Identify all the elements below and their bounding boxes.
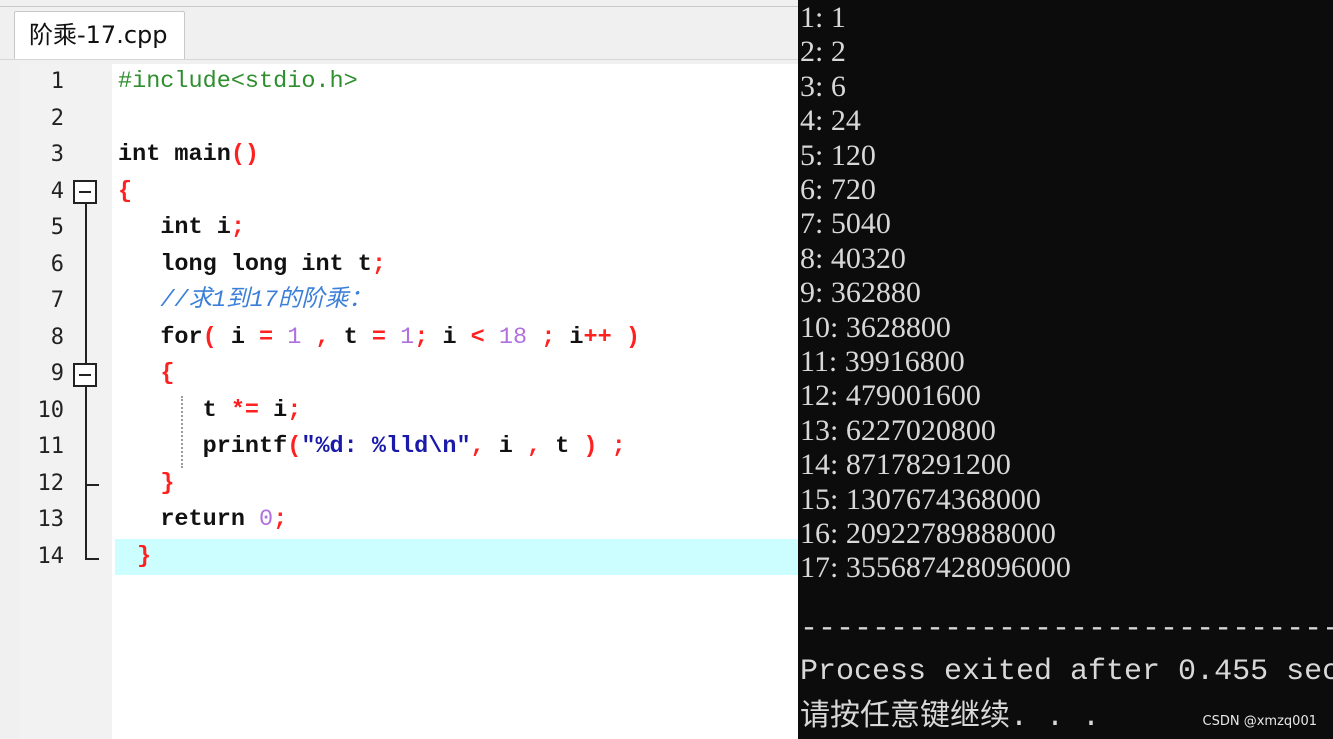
code-line-1[interactable]: 1 #include<stdio.h> bbox=[20, 64, 798, 101]
line-number: 9 bbox=[50, 361, 64, 386]
line-content: t *= i; bbox=[118, 396, 302, 424]
line-content: long long int t; bbox=[160, 250, 386, 278]
code-line-5[interactable]: 5 int i; bbox=[20, 210, 798, 247]
code-line-11[interactable]: 11 printf("%d: %lld\n", i , t ) ; bbox=[20, 429, 798, 466]
console-output-line: 5: 120 bbox=[800, 138, 876, 172]
console-output-line: 4: 24 bbox=[800, 104, 861, 138]
line-content: } bbox=[160, 469, 175, 497]
code-line-4[interactable]: 4 { bbox=[20, 174, 798, 211]
console-output-line: 16: 20922789888000 bbox=[800, 517, 1056, 550]
line-number: 10 bbox=[37, 397, 65, 423]
fold-collapse-icon[interactable] bbox=[73, 363, 97, 387]
code-line-12[interactable]: 12 } bbox=[20, 466, 798, 503]
line-number: 13 bbox=[37, 507, 65, 532]
code-editor-pane: 阶乘-17.cpp 1 #include<stdio.h> 2 3 int ma… bbox=[0, 0, 798, 739]
console-output-line: 11: 39916800 bbox=[800, 345, 965, 378]
line-number: 3 bbox=[50, 142, 64, 167]
console-output-line: 13: 6227020800 bbox=[800, 413, 996, 447]
console-separator: -------------------------------- bbox=[800, 612, 1333, 646]
code-line-7[interactable]: 7 //求1到17的阶乘： bbox=[20, 283, 798, 320]
line-content: int i; bbox=[160, 214, 245, 241]
console-output-line: 1: 1 bbox=[800, 1, 846, 34]
line-content: { bbox=[118, 177, 133, 205]
code-line-9[interactable]: 9 { bbox=[20, 356, 798, 393]
console-output-line: 12: 479001600 bbox=[800, 379, 981, 413]
console-output-line: 7: 5040 bbox=[800, 207, 891, 241]
code-lines[interactable]: 1 #include<stdio.h> 2 3 int main() 4 { 5… bbox=[20, 64, 798, 575]
console-output-line: 8: 40320 bbox=[800, 241, 906, 275]
fold-end-tick bbox=[85, 558, 99, 560]
line-content: for( i = 1 , t = 1; i < 18 ; i++ ) bbox=[160, 323, 640, 351]
code-line-13[interactable]: 13 return 0; bbox=[20, 502, 798, 539]
code-line-3[interactable]: 3 int main() bbox=[20, 137, 798, 174]
line-content: #include<stdio.h> bbox=[118, 68, 358, 95]
line-number: 5 bbox=[50, 215, 64, 240]
code-line-2[interactable]: 2 bbox=[20, 101, 798, 138]
line-content: printf("%d: %lld\n", i , t ) ; bbox=[118, 433, 626, 460]
fold-end-tick bbox=[85, 484, 99, 486]
console-window[interactable]: 1: 1 2: 2 3: 6 4: 24 5: 120 6: 720 7: 5040 8: 4… bbox=[798, 0, 1333, 739]
console-output-line: 15: 1307674368000 bbox=[800, 482, 1041, 516]
code-line-10[interactable]: 10 t *= i; bbox=[20, 393, 798, 430]
line-number: 11 bbox=[37, 434, 65, 459]
console-output-line: 14: 87178291200 bbox=[800, 448, 1011, 482]
code-line-6[interactable]: 6 long long int t; bbox=[20, 247, 798, 284]
console-output-line: 10: 3628800 bbox=[800, 310, 951, 344]
line-content: int main() bbox=[118, 141, 260, 168]
code-line-14-current[interactable]: 14 } bbox=[38, 538, 798, 575]
console-output-line: 6: 720 bbox=[800, 173, 876, 206]
line-content: return 0; bbox=[160, 506, 288, 533]
line-number: 2 bbox=[50, 105, 64, 131]
editor-tab-bar: 阶乘-17.cpp bbox=[0, 7, 798, 60]
line-number: 12 bbox=[37, 470, 65, 496]
exit-message: Process exited after 0.455 seconds bbox=[800, 655, 1333, 689]
code-line-8[interactable]: 8 for( i = 1 , t = 1; i < 18 ; i++ ) bbox=[20, 320, 798, 357]
console-output-line: 3: 6 bbox=[800, 69, 846, 103]
fold-collapse-icon[interactable] bbox=[73, 180, 97, 204]
line-number: 4 bbox=[50, 178, 64, 204]
console-output-line: 2: 2 bbox=[800, 35, 846, 69]
console-output-line: 17: 355687428096000 bbox=[800, 551, 1071, 585]
continue-prompt: 请按任意键继续. . . bbox=[800, 701, 1101, 735]
line-number: 14 bbox=[37, 543, 65, 569]
line-number: 6 bbox=[50, 251, 64, 277]
line-content: //求1到17的阶乘： bbox=[160, 287, 372, 314]
line-content: { bbox=[160, 360, 175, 387]
line-number: 8 bbox=[50, 324, 64, 350]
line-content: } bbox=[137, 542, 152, 570]
line-number: 7 bbox=[50, 288, 64, 313]
line-number: 1 bbox=[50, 69, 64, 94]
tab-file[interactable]: 阶乘-17.cpp bbox=[14, 11, 185, 59]
indent-guide bbox=[181, 396, 183, 468]
console-output-line: 9: 362880 bbox=[800, 276, 921, 310]
watermark: CSDN @xmzq001 bbox=[1202, 714, 1317, 729]
